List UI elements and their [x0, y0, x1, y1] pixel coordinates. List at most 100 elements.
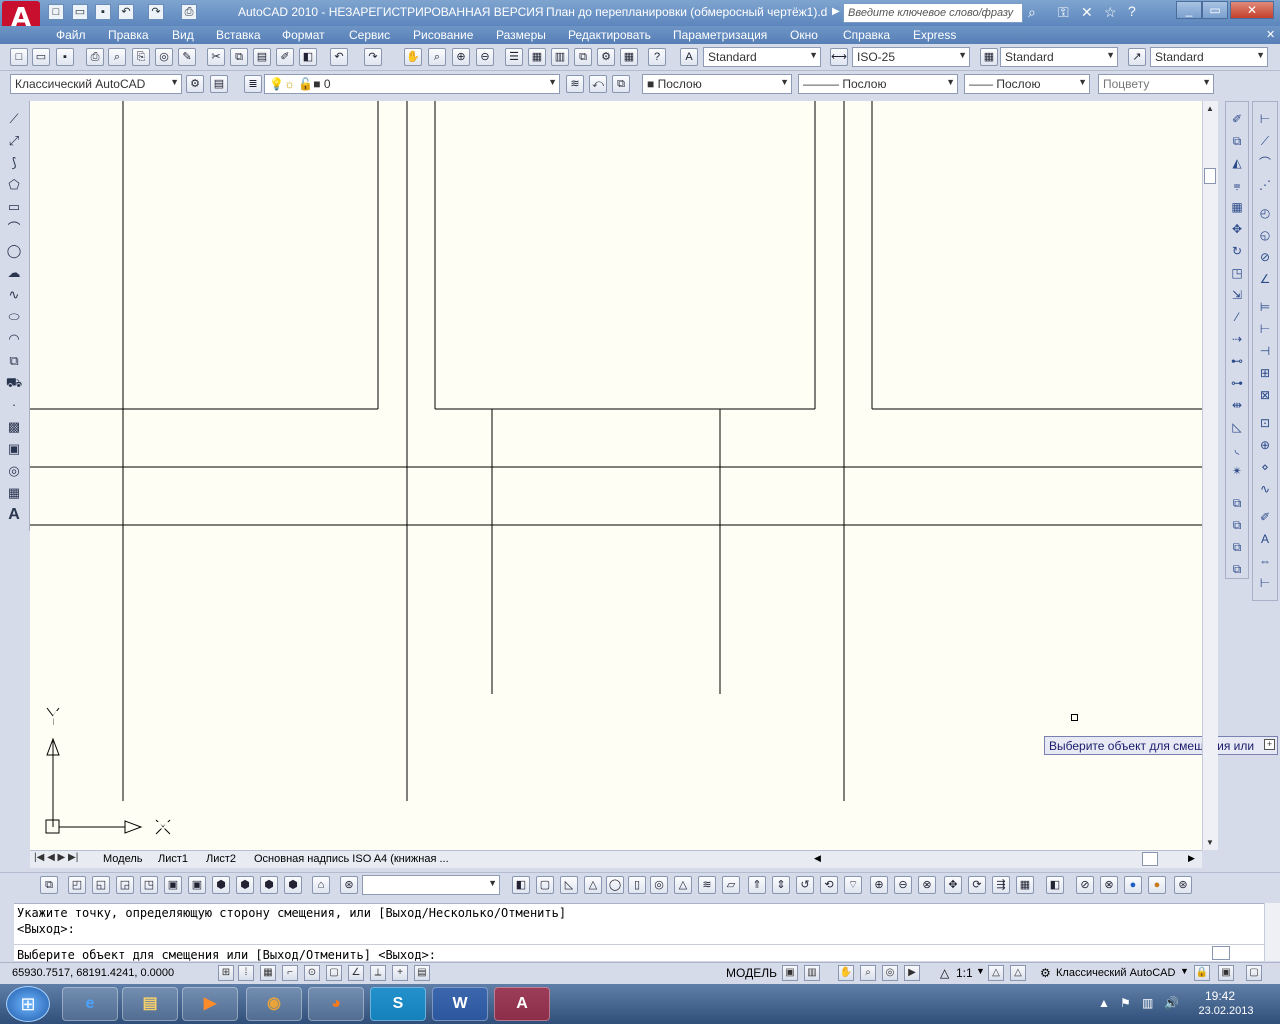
scroll-up-icon[interactable]: ▲ — [1206, 104, 1214, 113]
sphere-icon[interactable]: ◯ — [606, 876, 624, 894]
save-icon[interactable]: ▪ — [95, 4, 111, 20]
workspace-save-icon[interactable]: ▤ — [210, 75, 228, 93]
workspace-settings-icon[interactable]: ⚙ — [186, 75, 204, 93]
color-select[interactable]: ■ Послою ▼ — [642, 74, 792, 94]
visual-style-manager-icon[interactable]: ⊛ — [1174, 876, 1192, 894]
view-bottom-icon[interactable]: ◱ — [92, 876, 110, 894]
auto-scale-icon[interactable]: △ — [1010, 965, 1026, 981]
tray-flag-icon[interactable]: ⚑ — [1120, 996, 1131, 1010]
view-sw-iso-icon[interactable]: ⬢ — [212, 876, 230, 894]
visual-styles-icon[interactable]: ◧ — [1046, 876, 1064, 894]
steering-wheel-icon[interactable]: ◎ — [882, 965, 898, 981]
dim-ordinate-icon[interactable]: ⋰ — [1256, 176, 1274, 194]
table-style-icon[interactable]: ▦ — [980, 48, 998, 66]
dim-space-icon[interactable]: ⊞ — [1256, 364, 1274, 382]
layer-state-icon[interactable]: ⧉ — [612, 75, 630, 93]
search-input[interactable]: Введите ключевое слово/фразу — [843, 3, 1023, 23]
workspace-select[interactable]: Классический AutoCAD ▼ — [10, 74, 182, 94]
hatch-icon[interactable]: ▩ — [5, 418, 23, 436]
properties-icon[interactable]: ☰ — [505, 48, 523, 66]
ducs-icon[interactable]: ⟂ — [370, 965, 386, 981]
plot-icon[interactable]: ⎙ — [181, 4, 197, 20]
chrome-icon[interactable]: ◉ — [246, 987, 302, 1021]
ucs-select[interactable]: ▼ — [362, 875, 500, 895]
infer-constraints-icon[interactable]: ⊞ — [218, 965, 234, 981]
2d-wireframe-icon[interactable]: ⊘ — [1076, 876, 1094, 894]
annotation-visibility-icon[interactable]: △ — [988, 965, 1004, 981]
jogged-linear-icon[interactable]: ∿ — [1256, 480, 1274, 498]
line-icon[interactable]: ⟋ — [5, 110, 23, 128]
helix-icon[interactable]: ≋ — [698, 876, 716, 894]
dim-diameter-icon[interactable]: ⊘ — [1256, 248, 1274, 266]
circle-icon[interactable]: ◯ — [5, 242, 23, 260]
dim-arc-icon[interactable]: ⌒ — [1256, 154, 1274, 172]
horizontal-scroll-thumb[interactable] — [1142, 852, 1158, 866]
union-icon[interactable]: ⊕ — [870, 876, 888, 894]
mleader-style-icon[interactable]: ↗ — [1128, 48, 1146, 66]
ucs-manager-icon[interactable]: ⊛ — [340, 876, 358, 894]
tab-layout2[interactable]: Лист2 — [206, 853, 236, 865]
block-editor-icon[interactable]: ◧ — [299, 48, 317, 66]
3d-align-icon[interactable]: ⇶ — [992, 876, 1010, 894]
comm-center-icon[interactable]: ✕ — [1081, 4, 1093, 21]
3d-dwf-icon[interactable]: ◎ — [155, 48, 173, 66]
qnew-icon[interactable]: □ — [10, 48, 28, 66]
menu-modify[interactable]: Редактировать — [568, 28, 651, 42]
lineweight-select[interactable]: —— Послою ▼ — [964, 74, 1090, 94]
center-mark-icon[interactable]: ⊕ — [1256, 436, 1274, 454]
start-button-icon[interactable]: ⊞ — [6, 986, 50, 1022]
menu-insert[interactable]: Вставка — [216, 28, 261, 42]
cut-icon[interactable]: ✂ — [207, 48, 225, 66]
ellipse-arc-icon[interactable]: ◠ — [5, 330, 23, 348]
showmotion-icon[interactable]: ▶ — [904, 965, 920, 981]
intersect-icon[interactable]: ⊗ — [918, 876, 936, 894]
gradient-icon[interactable]: ▣ — [5, 440, 23, 458]
menu-parametric[interactable]: Параметризация — [673, 28, 767, 42]
array-icon[interactable]: ▦ — [1228, 198, 1246, 216]
clock-date[interactable]: 23.02.2013 — [1190, 1005, 1262, 1017]
extrude-icon[interactable]: ⇑ — [748, 876, 766, 894]
dyn-icon[interactable]: + — [392, 965, 408, 981]
tray-network-icon[interactable]: ▥ — [1142, 996, 1153, 1010]
tab-model[interactable]: Модель — [103, 853, 142, 865]
command-scrollbar[interactable] — [1264, 903, 1280, 961]
wedge-icon[interactable]: ◺ — [560, 876, 578, 894]
polygon-icon[interactable]: ⬠ — [5, 176, 23, 194]
undo-icon[interactable]: ↶ — [330, 48, 348, 66]
annotation-scale-arrow-icon[interactable]: ▼ — [976, 966, 985, 976]
favorites-icon[interactable]: ☆ — [1104, 4, 1117, 21]
vertical-scrollbar[interactable] — [1202, 101, 1218, 850]
command-line[interactable]: Укажите точку, определяющую сторону смещ… — [14, 903, 1280, 962]
presspull-icon[interactable]: ⇕ — [772, 876, 790, 894]
view-front-icon[interactable]: ▣ — [164, 876, 182, 894]
undo-icon[interactable]: ↶ — [118, 4, 134, 20]
dim-style-select[interactable]: ISO-25 ▼ — [852, 47, 970, 67]
annotation-scale-icon[interactable]: △ — [940, 966, 949, 980]
rotate-icon[interactable]: ↻ — [1228, 242, 1246, 260]
hscroll-right-icon[interactable]: ▶ — [1188, 853, 1195, 864]
save-icon[interactable]: ▪ — [56, 48, 74, 66]
revolve-icon[interactable]: ⟲ — [820, 876, 838, 894]
mirror-icon[interactable]: ◭ — [1228, 154, 1246, 172]
workspace-switch[interactable]: Классический AutoCAD — [1056, 967, 1175, 979]
move-icon[interactable]: ✥ — [1228, 220, 1246, 238]
draworder-back-icon[interactable]: ⧉ — [1228, 516, 1246, 534]
copy-icon[interactable]: ⧉ — [230, 48, 248, 66]
dim-style-icon[interactable]: ⟷ — [830, 48, 848, 66]
join-icon[interactable]: ⇹ — [1228, 396, 1246, 414]
explorer-icon[interactable]: ▤ — [122, 987, 178, 1021]
spline-icon[interactable]: ∿ — [5, 286, 23, 304]
view-manager-icon[interactable]: ⧉ — [40, 876, 58, 894]
quickcalc-icon[interactable]: ▦ — [620, 48, 638, 66]
rectangle-icon[interactable]: ▭ — [5, 198, 23, 216]
vertical-scroll-thumb[interactable] — [1204, 168, 1216, 184]
tab-nav-arrows[interactable]: |◀ ◀ ▶ ▶| — [34, 852, 78, 863]
plot-icon[interactable]: ⎙ — [86, 48, 104, 66]
binoculars-icon[interactable]: ⌕ — [1028, 4, 1036, 21]
layer-previous-icon[interactable]: ⤺ — [589, 75, 607, 93]
menu-express[interactable]: Express — [913, 28, 956, 42]
workspace-gear-icon[interactable]: ⚙ — [1040, 966, 1051, 980]
subtract-icon[interactable]: ⊖ — [894, 876, 912, 894]
polar-icon[interactable]: ⊙ — [304, 965, 320, 981]
insert-block-icon[interactable]: ⧉ — [5, 352, 23, 370]
